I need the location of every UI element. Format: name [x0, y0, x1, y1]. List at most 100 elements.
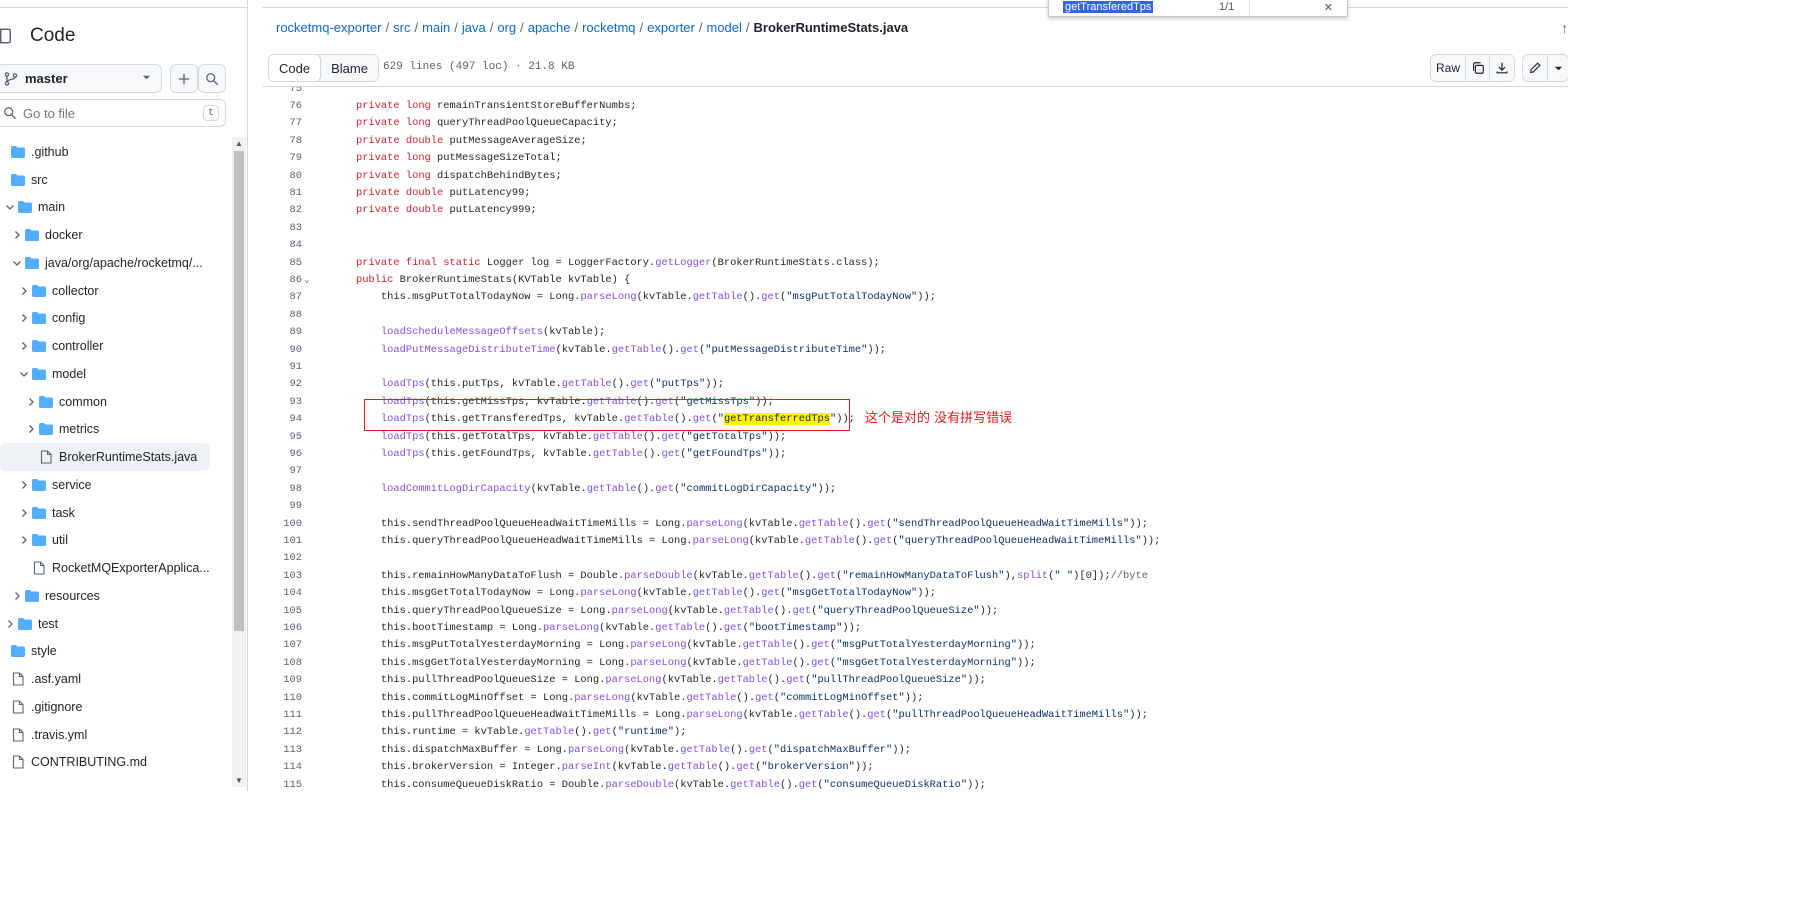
line-number[interactable]: 99 [262, 500, 302, 512]
tree-folder[interactable]: common [0, 388, 232, 416]
line-number[interactable]: 81 [262, 187, 302, 199]
tree-folder[interactable]: task [0, 499, 232, 527]
breadcrumb-link[interactable]: java [462, 20, 486, 35]
branch-selector-button[interactable]: master [0, 64, 162, 93]
line-number[interactable]: 102 [262, 552, 302, 564]
line-number[interactable]: 91 [262, 361, 302, 373]
breadcrumb-link[interactable]: rocketmq-exporter [276, 20, 381, 35]
line-number[interactable]: 104 [262, 587, 302, 599]
tree-folder[interactable]: docker [0, 221, 232, 249]
tree-file[interactable]: .gitignore [0, 693, 232, 721]
tree-folder[interactable]: util [0, 527, 232, 555]
tree-folder[interactable]: style [0, 638, 232, 666]
line-number[interactable]: 95 [262, 431, 302, 443]
search-code-button[interactable] [198, 64, 226, 93]
line-number[interactable]: 76 [262, 100, 302, 112]
line-number[interactable]: 107 [262, 639, 302, 651]
scrollbar-thumb[interactable] [234, 151, 244, 631]
breadcrumb-link[interactable]: rocketmq [582, 20, 635, 35]
tree-file[interactable]: BrokerRuntimeStats.java [0, 443, 210, 471]
tree-folder[interactable]: src [0, 166, 232, 194]
line-number[interactable]: 111 [262, 709, 302, 721]
line-number[interactable]: 112 [262, 726, 302, 738]
tree-folder[interactable]: main [0, 194, 232, 222]
line-number[interactable]: 80 [262, 170, 302, 182]
line-number[interactable]: 93 [262, 396, 302, 408]
tree-file[interactable]: CONTRIBUTING.md [0, 749, 232, 777]
chevron-right-icon[interactable] [19, 286, 29, 296]
line-number[interactable]: 115 [262, 779, 302, 791]
close-icon[interactable]: ✕ [1324, 1, 1333, 14]
line-number[interactable]: 78 [262, 135, 302, 147]
add-file-button[interactable] [170, 64, 198, 93]
tab-blame[interactable]: Blame [321, 55, 378, 81]
tree-folder[interactable]: model [0, 360, 232, 388]
line-number[interactable]: 92 [262, 378, 302, 390]
fold-chevron-icon[interactable]: ⌄ [304, 275, 309, 285]
tree-folder[interactable]: resources [0, 582, 232, 610]
line-number[interactable]: 89 [262, 326, 302, 338]
line-number[interactable]: 105 [262, 605, 302, 617]
chevron-down-icon[interactable] [19, 369, 29, 379]
line-number[interactable]: 109 [262, 674, 302, 686]
tree-file[interactable]: RocketMQExporterApplica... [0, 554, 232, 582]
breadcrumb-link[interactable]: apache [528, 20, 571, 35]
breadcrumb-link[interactable]: main [422, 20, 450, 35]
breadcrumb-link[interactable]: src [393, 20, 410, 35]
line-number[interactable]: 90 [262, 344, 302, 356]
collapse-sidebar-icon[interactable] [0, 27, 12, 45]
arrow-up-icon[interactable]: ↑ [1561, 20, 1568, 36]
tree-folder[interactable]: controller [0, 332, 232, 360]
chevron-right-icon[interactable] [26, 424, 36, 434]
line-number[interactable]: 100 [262, 518, 302, 530]
tree-folder[interactable]: .github [0, 138, 232, 166]
line-number[interactable]: 103 [262, 570, 302, 582]
tree-folder[interactable]: metrics [0, 416, 232, 444]
line-number[interactable]: 114 [262, 761, 302, 773]
edit-button[interactable] [1522, 54, 1548, 82]
tree-file[interactable]: .asf.yaml [0, 665, 232, 693]
line-number[interactable]: 88 [262, 309, 302, 321]
chevron-right-icon[interactable] [19, 341, 29, 351]
line-number[interactable]: 85 [262, 257, 302, 269]
tree-folder[interactable]: collector [0, 277, 232, 305]
tree-file[interactable]: .travis.yml [0, 721, 232, 749]
go-to-file-field[interactable]: t [0, 99, 226, 127]
breadcrumb-link[interactable]: org [497, 20, 516, 35]
chevron-right-icon[interactable] [5, 619, 15, 629]
browser-find-bar[interactable]: getTransferedTps 1/1 ✕ [1048, 0, 1348, 18]
line-number[interactable]: 79 [262, 152, 302, 164]
go-to-file-input[interactable] [23, 105, 183, 121]
edit-options-button[interactable] [1547, 54, 1568, 82]
raw-button[interactable]: Raw [1430, 54, 1466, 82]
line-number[interactable]: 75 [262, 87, 302, 95]
line-number[interactable]: 96 [262, 448, 302, 460]
breadcrumb-link[interactable]: exporter [647, 20, 695, 35]
chevron-right-icon[interactable] [12, 230, 22, 240]
line-number[interactable]: 87 [262, 291, 302, 303]
tree-folder[interactable]: test [0, 610, 232, 638]
download-button[interactable] [1489, 54, 1515, 82]
line-number[interactable]: 83 [262, 222, 302, 234]
find-query[interactable]: getTransferedTps [1063, 1, 1154, 13]
line-number[interactable]: 94 [262, 413, 302, 425]
copy-raw-button[interactable] [1465, 54, 1490, 82]
line-number[interactable]: 82 [262, 204, 302, 216]
tree-folder[interactable]: service [0, 471, 232, 499]
line-number[interactable]: 86 [262, 274, 302, 286]
chevron-right-icon[interactable] [12, 591, 22, 601]
breadcrumb-link[interactable]: model [707, 20, 742, 35]
line-number[interactable]: 97 [262, 465, 302, 477]
line-number[interactable]: 110 [262, 692, 302, 704]
scroll-down-arrow-icon[interactable]: ▼ [235, 776, 243, 785]
tree-folder[interactable]: config [0, 305, 232, 333]
line-number[interactable]: 98 [262, 483, 302, 495]
tab-code[interactable]: Code [268, 54, 322, 82]
chevron-right-icon[interactable] [19, 313, 29, 323]
chevron-down-icon[interactable] [5, 202, 15, 212]
line-number[interactable]: 84 [262, 239, 302, 251]
line-number[interactable]: 106 [262, 622, 302, 634]
line-number[interactable]: 108 [262, 657, 302, 669]
line-number[interactable]: 113 [262, 744, 302, 756]
chevron-right-icon[interactable] [19, 480, 29, 490]
